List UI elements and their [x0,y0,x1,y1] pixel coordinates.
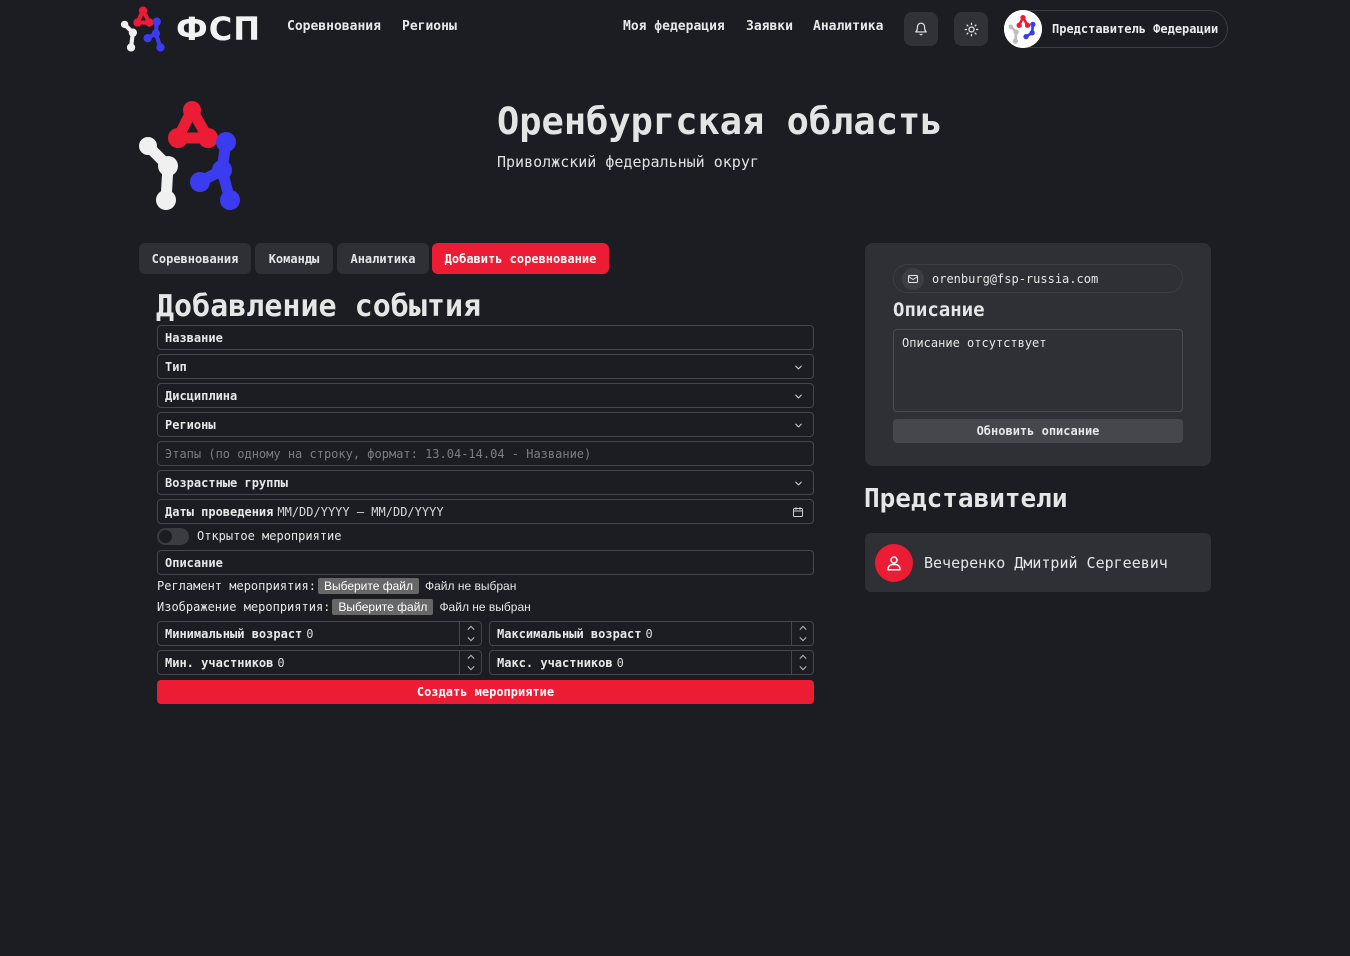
chevron-down-icon[interactable] [798,636,807,642]
brand-name: ФСП [176,10,261,48]
rules-file-row: Регламент мероприятия: Выберите файл Фай… [157,578,516,594]
representative-name: Вечеренко Дмитрий Сергеевич [924,553,1168,572]
open-event-label: Открытое мероприятие [197,529,342,543]
description-text: Описание отсутствует [902,336,1047,350]
fsp-emblem-icon [139,101,240,210]
dates-value: MM/DD/YYYY – MM/DD/YYYY [277,504,444,519]
calendar-icon[interactable] [792,506,804,518]
stages-placeholder: Этапы (по одному на строку, формат: 13.0… [165,446,592,461]
min-age-input[interactable]: Минимальный возраст 0 [157,621,482,646]
name-field[interactable]: Название [157,325,814,350]
max-participants-stepper[interactable] [791,651,813,674]
stages-textarea[interactable]: Этапы (по одному на строку, формат: 13.0… [157,441,814,466]
nav-applications[interactable]: Заявки [746,19,793,34]
max-participants-label: Макс. участников [497,655,613,670]
toggle-knob [159,530,172,543]
min-age-value: 0 [306,626,314,641]
description-field[interactable]: Описание [157,550,814,575]
min-participants-stepper[interactable] [459,651,481,674]
form-title: Добавление события [156,289,482,324]
type-select[interactable]: Тип [157,354,814,379]
max-participants-input[interactable]: Макс. участников 0 [489,650,814,675]
chevron-down-icon[interactable] [798,665,807,671]
chevron-down-icon [795,481,802,486]
email-text: orenburg@fsp-russia.com [932,271,1099,286]
max-age-input[interactable]: Максимальный возраст 0 [489,621,814,646]
bell-icon [915,22,927,36]
min-participants-label: Мин. участников [165,655,274,670]
dates-label: Даты проведения [165,504,274,519]
description-heading: Описание [893,299,985,321]
region-description-textarea[interactable]: Описание отсутствует [893,329,1183,412]
min-participants-input[interactable]: Мин. участников 0 [157,650,482,675]
name-label: Название [165,330,223,345]
chevron-up-icon[interactable] [466,625,475,631]
email-badge[interactable]: orenburg@fsp-russia.com [893,264,1183,293]
representative-card[interactable]: Вечеренко Дмитрий Сергеевич [865,533,1211,592]
representatives-heading: Представители [864,484,1068,514]
chevron-up-icon[interactable] [798,654,807,660]
type-label: Тип [165,359,187,374]
max-participants-value: 0 [616,655,624,670]
nav-my-federation[interactable]: Моя федерация [623,19,725,34]
min-age-label: Минимальный возраст [165,626,303,641]
tab-add-competition[interactable]: Добавить соревнование [432,243,609,274]
region-title: Оренбургская область [497,100,943,143]
image-file-row: Изображение мероприятия: Выберите файл Ф… [157,599,531,615]
regions-select[interactable]: Регионы [157,412,814,437]
nav-competitions[interactable]: Соревнования [287,19,381,34]
chevron-up-icon[interactable] [798,625,807,631]
discipline-select[interactable]: Дисциплина [157,383,814,408]
dates-range-field[interactable]: Даты проведения MM/DD/YYYY – MM/DD/YYYY [157,499,814,524]
min-age-stepper[interactable] [459,622,481,645]
region-logo [138,100,246,216]
create-event-button[interactable]: Создать мероприятие [157,680,814,704]
nav-analytics[interactable]: Аналитика [813,19,883,34]
tab-teams[interactable]: Команды [255,243,333,274]
chevron-down-icon[interactable] [466,636,475,642]
max-age-label: Максимальный возраст [497,626,642,641]
region-subtitle: Приволжский федеральный округ [497,153,759,171]
chevron-down-icon[interactable] [466,665,475,671]
min-participants-value: 0 [277,655,285,670]
rules-file-button[interactable]: Выберите файл [317,578,419,594]
chevron-down-icon [795,423,802,428]
theme-toggle-button[interactable] [954,12,988,46]
profile-menu[interactable]: Представитель Федерации [1004,10,1228,48]
max-age-stepper[interactable] [791,622,813,645]
mail-icon [902,267,924,290]
avatar [1004,10,1042,48]
description-label: Описание [165,555,223,570]
chevron-down-icon [795,394,802,399]
discipline-label: Дисциплина [165,388,238,403]
profile-label: Представитель Федерации [1052,22,1219,36]
nav-regions[interactable]: Регионы [402,19,457,34]
image-file-button[interactable]: Выберите файл [332,599,434,615]
open-event-toggle[interactable] [157,528,189,545]
fsp-logo-icon [120,6,165,52]
image-label: Изображение мероприятия: [157,600,331,614]
chevron-up-icon[interactable] [466,654,475,660]
tab-competitions[interactable]: Соревнования [139,243,251,274]
sun-icon [964,22,978,36]
age-groups-label: Возрастные группы [165,475,288,490]
tab-analytics[interactable]: Аналитика [337,243,429,274]
update-description-button[interactable]: Обновить описание [893,419,1183,443]
age-groups-select[interactable]: Возрастные группы [157,470,814,495]
rules-file-status: Файл не выбран [425,579,517,593]
user-icon [875,543,913,582]
image-file-status: Файл не выбран [439,600,531,614]
chevron-down-icon [795,365,802,370]
regions-label: Регионы [165,417,216,432]
rules-label: Регламент мероприятия: [157,579,316,593]
brand-logo[interactable]: ФСП [120,6,261,52]
notifications-button[interactable] [904,12,938,46]
max-age-value: 0 [645,626,653,641]
